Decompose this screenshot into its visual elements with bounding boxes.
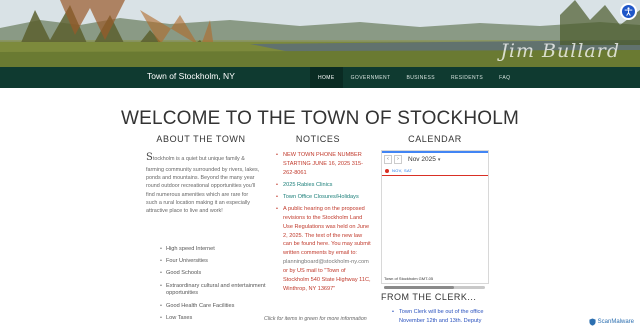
calendar-footer: Town of Stockholm GMT-05	[384, 276, 434, 281]
about-text: Stockholm is a quiet but unique family &…	[146, 150, 261, 216]
nav-item-residents[interactable]: RESIDENTS	[443, 67, 491, 88]
planning-board-email[interactable]: planningboard@stockholm-ny.com	[283, 259, 369, 265]
features-list: High speed Internet Four Universities Go…	[160, 246, 270, 327]
page-title: WELCOME TO THE TOWN OF STOCKHOLM	[120, 108, 520, 129]
notice-phone-number: NEW TOWN PHONE NUMBER STARTING JUNE 16, …	[276, 151, 372, 178]
list-item: Low Taxes	[160, 315, 270, 323]
nav-item-faq[interactable]: FAQ	[491, 67, 518, 88]
chevron-down-icon[interactable]: ▾	[438, 157, 441, 163]
header-banner: Jim Bullard	[0, 0, 640, 67]
photographer-signature: Jim Bullard	[500, 40, 620, 62]
nav-menu: HOME GOVERNMENT BUSINESS RESIDENTS FAQ	[310, 67, 518, 88]
list-item: Four Universities	[160, 258, 270, 266]
scrollbar-thumb[interactable]	[384, 286, 454, 289]
notices-heading: NOTICES	[295, 134, 341, 144]
calendar-widget: ‹ › Nov 2025 ▾ NOV, SAT Town of Stockhol…	[381, 150, 489, 284]
accessibility-icon	[624, 7, 633, 16]
main-navbar: Town of Stockholm, NY HOME GOVERNMENT BU…	[0, 67, 640, 88]
calendar-day-row: NOV, SAT	[382, 166, 488, 176]
shield-icon	[589, 318, 596, 326]
accessibility-button[interactable]	[620, 3, 637, 20]
land-use-law-link[interactable]: here	[317, 241, 328, 247]
notices-list: NEW TOWN PHONE NUMBER STARTING JUNE 16, …	[276, 151, 372, 297]
notice-rabies-clinics-link[interactable]: 2025 Rabies Clinics	[276, 181, 372, 190]
notice-text: or by US mail to "Town of Stockholm 540 …	[283, 268, 371, 293]
current-time-dot	[385, 168, 389, 173]
drop-cap: S	[146, 152, 153, 163]
list-item: High speed Internet	[160, 246, 270, 254]
list-item: Good Schools	[160, 270, 270, 278]
calendar-heading: CALENDAR	[408, 134, 462, 144]
calendar-prev-button[interactable]: ‹	[384, 155, 392, 164]
notice-public-hearing: A public hearing on the proposed revisio…	[276, 205, 372, 294]
clerk-notice: Town Clerk will be out of the office Nov…	[392, 308, 492, 326]
calendar-toolbar: ‹ › Nov 2025 ▾	[382, 153, 488, 166]
nav-item-home[interactable]: HOME	[310, 67, 343, 88]
calendar-scrollbar[interactable]	[384, 286, 485, 289]
notice-office-closures-link[interactable]: Town Office Closures/Holidays	[276, 193, 372, 202]
scanmalware-badge[interactable]: ScanMalware	[589, 318, 634, 326]
list-item: Extraordinary cultural and entertainment…	[160, 283, 270, 299]
about-intro: tockholm is a quiet but unique family & …	[146, 156, 260, 215]
notices-footer: Click for items in green for more inform…	[264, 316, 367, 322]
site-title-link[interactable]: Town of Stockholm, NY	[147, 71, 235, 81]
about-heading: ABOUT THE TOWN	[156, 134, 246, 144]
calendar-next-button[interactable]: ›	[394, 155, 402, 164]
clerk-heading: FROM THE CLERK...	[381, 292, 477, 302]
calendar-day-label: NOV, SAT	[392, 168, 413, 173]
scanmalware-label: ScanMalware	[597, 319, 634, 325]
nav-item-business[interactable]: BUSINESS	[398, 67, 443, 88]
calendar-month[interactable]: Nov 2025	[408, 156, 436, 163]
nav-item-government[interactable]: GOVERNMENT	[343, 67, 399, 88]
list-item: Good Health Care Facilities	[160, 303, 270, 311]
